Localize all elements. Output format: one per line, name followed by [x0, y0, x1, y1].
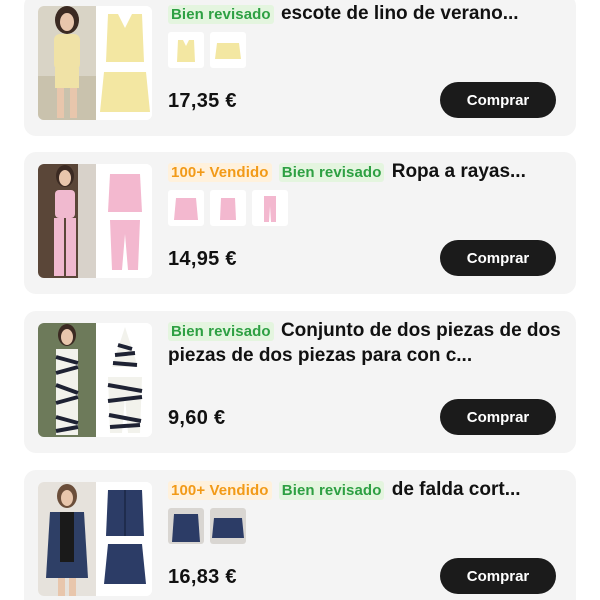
product-title[interactable]: Bien revisado Conjunto de dos piezas de … [168, 319, 564, 368]
badge-best-seller: 100+ Vendido [168, 163, 272, 182]
product-title[interactable]: 100+ Vendido Bien revisado de falda cort… [168, 478, 564, 503]
product-image[interactable] [38, 164, 152, 278]
product-price: 17,35 € [168, 90, 237, 112]
variant-thumbnail[interactable] [168, 32, 204, 68]
product-card[interactable]: 100+ Vendido Bien revisado Ropa a rayas.… [24, 152, 576, 294]
badge-well-reviewed: Bien revisado [168, 5, 274, 24]
product-image[interactable] [38, 6, 152, 120]
buy-button[interactable]: Comprar [440, 82, 556, 118]
variant-thumbnails [168, 190, 288, 226]
product-image[interactable] [38, 482, 152, 596]
badge-well-reviewed: Bien revisado [168, 322, 274, 341]
variant-thumbnail[interactable] [252, 190, 288, 226]
product-list: Bien revisado escote de lino de verano..… [0, 0, 600, 600]
product-card[interactable]: 100+ Vendido Bien revisado de falda cort… [24, 470, 576, 600]
product-price: 16,83 € [168, 566, 237, 588]
product-card[interactable]: Bien revisado escote de lino de verano..… [24, 0, 576, 136]
model-photo [38, 323, 96, 437]
product-card[interactable]: Bien revisado Conjunto de dos piezas de … [24, 311, 576, 453]
product-price: 9,60 € [168, 407, 226, 429]
buy-button[interactable]: Comprar [440, 558, 556, 594]
product-title-text: Ropa a rayas... [391, 161, 526, 182]
buy-button[interactable]: Comprar [440, 240, 556, 276]
product-price: 14,95 € [168, 248, 237, 270]
buy-button[interactable]: Comprar [440, 399, 556, 435]
variant-thumbnails [168, 32, 246, 68]
garment-photo [98, 482, 152, 596]
badge-well-reviewed: Bien revisado [278, 481, 385, 500]
variant-thumbnail[interactable] [210, 190, 246, 226]
variant-thumbnail[interactable] [210, 508, 246, 544]
model-photo [38, 164, 96, 278]
product-title-text: de falda cort... [391, 479, 521, 500]
model-photo [38, 482, 96, 596]
variant-thumbnail[interactable] [210, 32, 246, 68]
product-title[interactable]: Bien revisado escote de lino de verano..… [168, 2, 564, 27]
product-title-text: escote de lino de verano... [280, 3, 519, 24]
product-image[interactable] [38, 323, 152, 437]
garment-photo [98, 323, 152, 437]
badge-best-seller: 100+ Vendido [168, 481, 272, 500]
badge-well-reviewed: Bien revisado [278, 163, 385, 182]
variant-thumbnail[interactable] [168, 508, 204, 544]
garment-photo [98, 164, 152, 278]
variant-thumbnails [168, 508, 246, 544]
variant-thumbnail[interactable] [168, 190, 204, 226]
model-photo [38, 6, 96, 120]
garment-photo [98, 6, 152, 120]
product-title[interactable]: 100+ Vendido Bien revisado Ropa a rayas.… [168, 160, 564, 185]
